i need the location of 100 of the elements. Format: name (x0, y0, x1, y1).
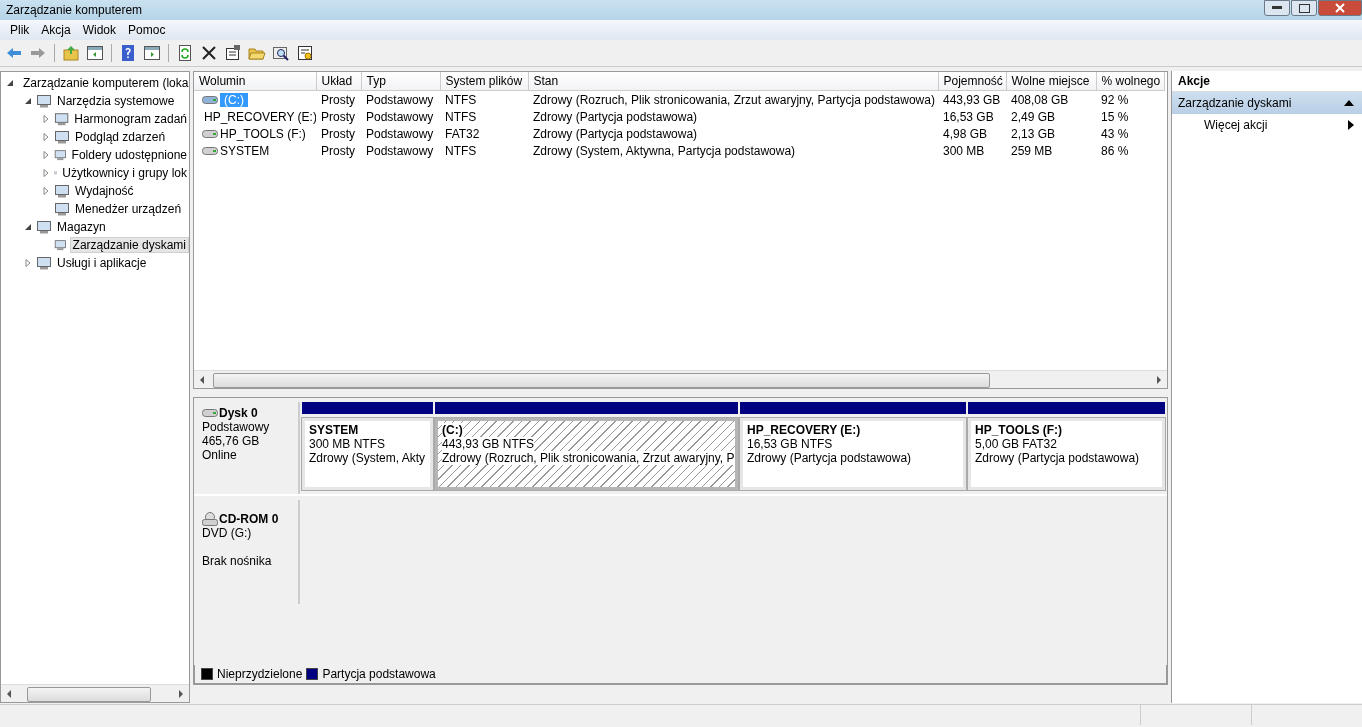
legend-label: Nieprzydzielone (217, 667, 303, 681)
scroll-thumb[interactable] (213, 373, 990, 388)
column-header[interactable]: Pojemność (938, 72, 1006, 91)
column-header[interactable]: System plików (440, 72, 528, 91)
action-pane-icon[interactable] (142, 43, 162, 63)
column-header[interactable]: Układ (316, 72, 361, 91)
partition-size: 300 MB NTFS (309, 437, 386, 451)
properties-icon[interactable] (223, 43, 243, 63)
maximize-icon (1298, 3, 1310, 13)
disk-name: Dysk 0 (219, 406, 258, 420)
cd-drive-icon (202, 512, 218, 526)
table-cell-text: 2,13 GB (1010, 125, 1057, 142)
scrollbar[interactable] (194, 370, 1167, 388)
partition-block[interactable]: HP_TOOLS (F:) 5,00 GB FAT32 Zdrowy (Partycja podstawowa) (968, 418, 1165, 490)
table-cell: 443,93 GB (938, 90, 1006, 108)
actions-section[interactable]: Zarządzanie dyskami (1172, 92, 1362, 114)
scroll-right-icon[interactable] (1156, 375, 1162, 384)
column-header[interactable]: % wolnego (1096, 72, 1164, 91)
action-item[interactable]: Więcej akcji (1172, 114, 1362, 136)
table-cell: Prosty (316, 108, 361, 125)
menu-item[interactable]: Akcja (35, 23, 77, 37)
table-cell-text: Prosty (320, 142, 356, 159)
drive-icon (202, 128, 218, 139)
minimize-button[interactable] (1264, 0, 1290, 16)
expand-arrow-icon[interactable] (41, 150, 51, 160)
settings-icon[interactable] (295, 43, 315, 63)
disk-name: CD-ROM 0 (219, 512, 279, 526)
tree-item[interactable]: Harmonogram zadań (72, 112, 189, 126)
partition-status: Zdrowy (Partycja podstawowa) (975, 451, 1140, 465)
scroll-left-icon[interactable] (199, 375, 205, 384)
tree-item[interactable]: Podgląd zdarzeń (73, 130, 168, 144)
disk-status: Online (202, 448, 238, 462)
disk-type: DVD (G:) (202, 526, 253, 540)
column-header[interactable]: Wolne miejsce (1006, 72, 1096, 91)
menu-item[interactable]: Pomoc (122, 23, 172, 37)
maximize-button[interactable] (1291, 0, 1317, 16)
tree-item[interactable]: Foldery udostępnione (69, 148, 189, 162)
window-title: Zarządzanie komputerem (6, 3, 144, 17)
scroll-thumb[interactable] (27, 687, 151, 702)
close-button[interactable] (1318, 0, 1362, 16)
expand-arrow-icon[interactable] (41, 132, 51, 142)
collapse-arrow-icon[interactable] (5, 78, 15, 88)
table-cell-text: FAT32 (444, 125, 481, 142)
table-cell: Podstawowy (361, 90, 440, 108)
table-cell-text: Podstawowy (365, 108, 435, 125)
table-cell-text: 300 MB (942, 142, 986, 159)
minimize-icon (1272, 6, 1282, 10)
partition-name: HP_TOOLS (F:) (975, 423, 1063, 437)
volume-name[interactable]: SYSTEM (220, 143, 270, 158)
tree-item[interactable]: Usługi i aplikacje (55, 256, 149, 270)
table-cell-text: 16,53 GB (942, 108, 995, 125)
submenu-arrow-icon (1348, 120, 1354, 130)
partition-block[interactable]: HP_RECOVERY (E:) 16,53 GB NTFS Zdrowy (Partycja podstawowa) (740, 418, 966, 490)
tree-pane-icon[interactable] (85, 43, 105, 63)
column-header[interactable]: Wolumin (194, 72, 316, 91)
collapse-arrow-icon[interactable] (23, 96, 33, 106)
tree-item[interactable]: Zarządzanie komputerem (loka (21, 76, 191, 90)
menu-item[interactable]: Plik (4, 23, 36, 37)
tree-item[interactable]: Narzędzia systemowe (55, 94, 177, 108)
expand-arrow-icon[interactable] (41, 114, 51, 124)
partition-size: 16,53 GB NTFS (747, 437, 833, 451)
expand-arrow-icon[interactable] (41, 168, 51, 178)
table-cell-text: 259 MB (1010, 142, 1054, 159)
table-cell-text: NTFS (444, 108, 478, 125)
table-cell-text: Zdrowy (Partycja podstawowa) (532, 125, 699, 142)
scrollbar[interactable] (1, 684, 189, 702)
legend-label: Partycja podstawowa (322, 667, 436, 681)
table-cell: Zdrowy (Rozruch, Plik stronicowania, Zrzut awaryjny, Partycja podstawowa) (528, 90, 938, 108)
tree-item[interactable]: Magazyn (55, 220, 108, 234)
volume-name[interactable]: HP_TOOLS (F:) (220, 126, 306, 141)
column-header[interactable]: Typ (361, 72, 440, 91)
volume-name[interactable]: HP_RECOVERY (E:) (204, 109, 316, 124)
partition-name: HP_RECOVERY (E:) (747, 423, 861, 437)
table-cell: 408,08 GB (1006, 90, 1096, 108)
menu-item[interactable]: Widok (76, 23, 123, 37)
table-cell-text: 4,98 GB (942, 125, 989, 142)
column-header[interactable]: Stan (528, 72, 938, 91)
tree-item[interactable]: Menedżer urządzeń (73, 202, 184, 216)
drive-icon (202, 145, 218, 156)
disk-type: Podstawowy (202, 420, 271, 434)
partition-name: SYSTEM (309, 423, 359, 437)
drive-icon (202, 408, 218, 418)
partition-status: Zdrowy (System, Akty (309, 451, 426, 465)
scroll-right-icon[interactable] (178, 689, 184, 698)
table-cell-text: Zdrowy (Partycja podstawowa) (532, 108, 699, 125)
tree-item[interactable]: Użytkownicy i grupy lok (60, 166, 189, 180)
partition-name: (C:) (442, 423, 463, 437)
collapse-icon[interactable] (1344, 100, 1354, 106)
table-cell: Prosty (316, 90, 361, 108)
partition-block[interactable]: SYSTEM 300 MB NTFS Zdrowy (System, Akty (302, 418, 433, 490)
tree-item[interactable]: Zarządzanie dyskami (69, 237, 189, 253)
collapse-arrow-icon[interactable] (23, 222, 33, 232)
table-cell: NTFS (440, 90, 528, 108)
disk-size: 465,76 GB (202, 434, 261, 448)
expand-arrow-icon[interactable] (23, 258, 33, 268)
scroll-left-icon[interactable] (6, 689, 12, 698)
partition-status: Zdrowy (Partycja podstawowa) (747, 451, 912, 465)
partition-block[interactable]: (C:) 443,93 GB NTFS Zdrowy (Rozruch, Plik stronicowania, Zrzut awaryjny, P (435, 418, 738, 490)
tree-item[interactable]: Wydajność (73, 184, 136, 198)
expand-arrow-icon[interactable] (41, 186, 51, 196)
